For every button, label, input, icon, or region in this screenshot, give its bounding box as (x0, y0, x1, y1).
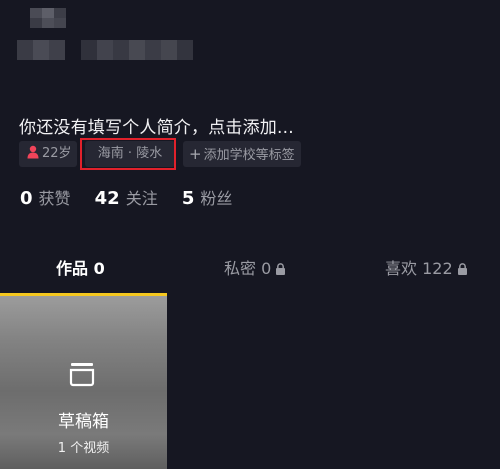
draft-box-icon (69, 363, 95, 387)
draft-box-card[interactable]: 草稿箱 1 个视频 (0, 296, 167, 469)
following-label: 关注 (125, 189, 158, 208)
tab-likes-label: 喜欢 122 (385, 259, 453, 278)
following-stat[interactable]: 42 关注 (95, 185, 158, 209)
tab-likes[interactable]: 喜欢 122 (385, 255, 468, 279)
plus-icon: + (189, 145, 202, 163)
tab-private-label: 私密 0 (224, 259, 272, 278)
location-highlight-box (80, 138, 176, 170)
blurred-username (30, 8, 66, 28)
profile-stats: 0 获赞 42 关注 5 粉丝 (20, 185, 251, 209)
lock-icon (276, 263, 286, 275)
draft-box-count: 1 个视频 (57, 441, 110, 456)
age-tag[interactable]: 22岁 (19, 141, 77, 167)
tab-works-label: 作品 0 (56, 259, 105, 278)
content-tabs: 作品 0 私密 0 喜欢 122 (0, 255, 500, 289)
tab-works[interactable]: 作品 0 (56, 255, 105, 279)
likes-received-stat[interactable]: 0 获赞 (20, 185, 71, 209)
lock-icon (457, 263, 467, 275)
add-tag-label: 添加学校等标签 (203, 148, 295, 163)
likes-count: 0 (20, 188, 33, 209)
person-icon (27, 145, 39, 159)
following-count: 42 (94, 188, 120, 209)
draft-box-title: 草稿箱 (58, 412, 109, 432)
tab-private[interactable]: 私密 0 (224, 255, 286, 279)
likes-label: 获赞 (38, 189, 71, 208)
blurred-user-id-label (17, 40, 65, 60)
followers-count: 5 (181, 188, 195, 209)
age-label: 22岁 (42, 146, 72, 161)
blurred-user-id-value (81, 40, 193, 60)
bio-placeholder[interactable]: 你还没有填写个人简介，点击添加... (19, 113, 294, 138)
add-tag-button[interactable]: + 添加学校等标签 (183, 141, 301, 167)
followers-stat[interactable]: 5 粉丝 (182, 185, 233, 209)
followers-label: 粉丝 (200, 189, 233, 208)
